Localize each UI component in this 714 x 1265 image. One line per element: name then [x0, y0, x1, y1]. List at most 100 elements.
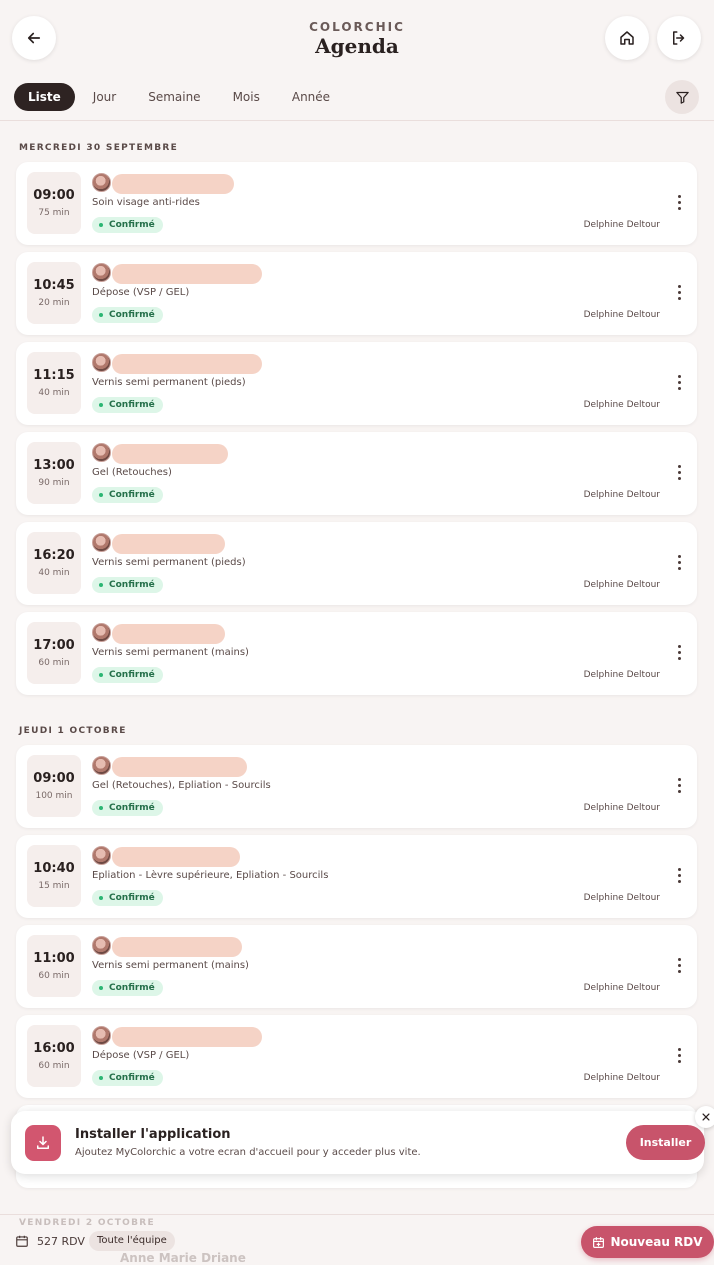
status-badge: Confirmé [92, 890, 163, 906]
calendar-plus-icon [593, 1236, 605, 1248]
status-badge: Confirmé [92, 577, 163, 593]
appointment-card[interactable]: 16:20 40 min Vernis semi permanent (pieds)… [16, 522, 697, 605]
appointment-card[interactable]: 17:00 60 min Vernis semi permanent (mains)… [16, 612, 697, 695]
appointment-time: 16:00 [33, 1041, 75, 1056]
service-name: Soin visage anti-rides [92, 197, 200, 208]
status-badge: Confirmé [92, 487, 163, 503]
service-name: Dépose (VSP / GEL) [92, 287, 190, 298]
tab-semaine[interactable]: Semaine [134, 83, 214, 111]
status-badge: Confirmé [92, 307, 163, 323]
time-box: 11:15 40 min [27, 352, 81, 414]
rdv-count: 527 RDV [37, 1235, 85, 1248]
appointment-card[interactable]: 16:00 60 min Dépose (VSP / GEL) Confirmé Del… [16, 1015, 697, 1098]
avatar [92, 936, 111, 955]
appointment-time: 17:00 [33, 638, 75, 653]
close-banner-button[interactable] [695, 1106, 714, 1128]
home-icon [620, 31, 634, 45]
time-box: 16:00 60 min [27, 1025, 81, 1087]
time-box: 10:45 20 min [27, 262, 81, 324]
staff-name: Delphine Deltour [583, 803, 660, 813]
staff-name: Delphine Deltour [583, 310, 660, 320]
staff-name: Delphine Deltour [583, 220, 660, 230]
footer-divider [0, 1214, 714, 1215]
appointment-time: 10:45 [33, 278, 75, 293]
more-options-icon[interactable] [674, 464, 684, 482]
avatar [92, 1026, 111, 1045]
more-options-icon[interactable] [674, 1047, 684, 1065]
logout-icon [673, 31, 685, 45]
more-options-icon[interactable] [674, 374, 684, 392]
redacted-client-name [112, 937, 242, 957]
appointment-time: 13:00 [33, 458, 75, 473]
tab-jour[interactable]: Jour [79, 83, 130, 111]
appointment-card[interactable]: 09:00 75 min Soin visage anti-rides Confirm… [16, 162, 697, 245]
appointment-duration: 40 min [38, 388, 70, 398]
staff-name: Delphine Deltour [583, 490, 660, 500]
install-button[interactable]: Installer [626, 1125, 705, 1160]
staff-name: Delphine Deltour [583, 400, 660, 410]
home-button[interactable] [605, 16, 649, 60]
avatar [92, 443, 111, 462]
appointment-card[interactable]: 09:00 100 min Gel (Retouches), Epliation -… [16, 745, 697, 828]
new-appointment-label: Nouveau RDV [610, 1235, 703, 1249]
install-title: Installer l'application [75, 1127, 231, 1142]
more-options-icon[interactable] [674, 777, 684, 795]
appointment-card[interactable]: 13:00 90 min Gel (Retouches) Confirmé Delphi… [16, 432, 697, 515]
staff-name: Delphine Deltour [583, 983, 660, 993]
avatar [92, 623, 111, 642]
avatar [92, 263, 111, 282]
install-banner: Installer l'application Ajoutez MyColorc… [11, 1111, 705, 1174]
more-options-icon[interactable] [674, 867, 684, 885]
day-label: VENDREDI 2 OCTOBRE [19, 1218, 155, 1228]
tab-mois[interactable]: Mois [219, 83, 274, 111]
service-name: Gel (Retouches), Epliation - Sourcils [92, 780, 271, 791]
appointment-card[interactable]: 10:45 20 min Dépose (VSP / GEL) Confirmé Del… [16, 252, 697, 335]
avatar [92, 846, 111, 865]
appointment-card[interactable]: 11:00 60 min Vernis semi permanent (mains)… [16, 925, 697, 1008]
appointment-card[interactable]: 11:15 40 min Vernis semi permanent (pieds)… [16, 342, 697, 425]
appointment-duration: 60 min [38, 971, 70, 981]
calendar-icon [16, 1235, 28, 1247]
view-tabs: Liste Jour Semaine Mois Année [14, 83, 348, 111]
redacted-client-name [112, 534, 225, 554]
time-box: 16:20 40 min [27, 532, 81, 594]
staff-name: Delphine Deltour [583, 580, 660, 590]
download-icon [25, 1125, 61, 1161]
close-icon [702, 1113, 710, 1121]
time-box: 13:00 90 min [27, 442, 81, 504]
redacted-client-name [112, 757, 247, 777]
day-label: MERCREDI 30 SEPTEMBRE [19, 143, 179, 153]
more-options-icon[interactable] [674, 957, 684, 975]
staff-name: Delphine Deltour [583, 670, 660, 680]
status-badge: Confirmé [92, 667, 163, 683]
time-box: 17:00 60 min [27, 622, 81, 684]
service-name: Vernis semi permanent (pieds) [92, 377, 246, 388]
service-name: Epliation - Lèvre supérieure, Epliation … [92, 870, 329, 881]
tab-annee[interactable]: Année [278, 83, 344, 111]
redacted-client-name [112, 624, 225, 644]
appointment-duration: 15 min [38, 881, 70, 891]
service-name: Vernis semi permanent (mains) [92, 647, 249, 658]
status-badge: Confirmé [92, 980, 163, 996]
service-name: Gel (Retouches) [92, 467, 172, 478]
team-filter-chip[interactable]: Toute l'équipe [89, 1231, 175, 1251]
time-box: 09:00 100 min [27, 755, 81, 817]
avatar [92, 756, 111, 775]
more-options-icon[interactable] [674, 644, 684, 662]
redacted-client-name [112, 444, 228, 464]
tab-liste[interactable]: Liste [14, 83, 75, 111]
more-options-icon[interactable] [674, 554, 684, 572]
filter-button[interactable] [665, 80, 699, 114]
redacted-client-name [112, 354, 262, 374]
install-subtitle: Ajoutez MyColorchic a votre ecran d'accu… [75, 1147, 421, 1158]
new-appointment-button[interactable]: Nouveau RDV [581, 1226, 714, 1258]
appointment-card[interactable]: 10:40 15 min Epliation - Lèvre supérieure,… [16, 835, 697, 918]
appointment-duration: 60 min [38, 658, 70, 668]
service-name: Dépose (VSP / GEL) [92, 1050, 190, 1061]
time-box: 11:00 60 min [27, 935, 81, 997]
status-badge: Confirmé [92, 217, 163, 233]
more-options-icon[interactable] [674, 284, 684, 302]
appointment-time: 11:15 [33, 368, 75, 383]
logout-button[interactable] [657, 16, 701, 60]
more-options-icon[interactable] [674, 194, 684, 212]
